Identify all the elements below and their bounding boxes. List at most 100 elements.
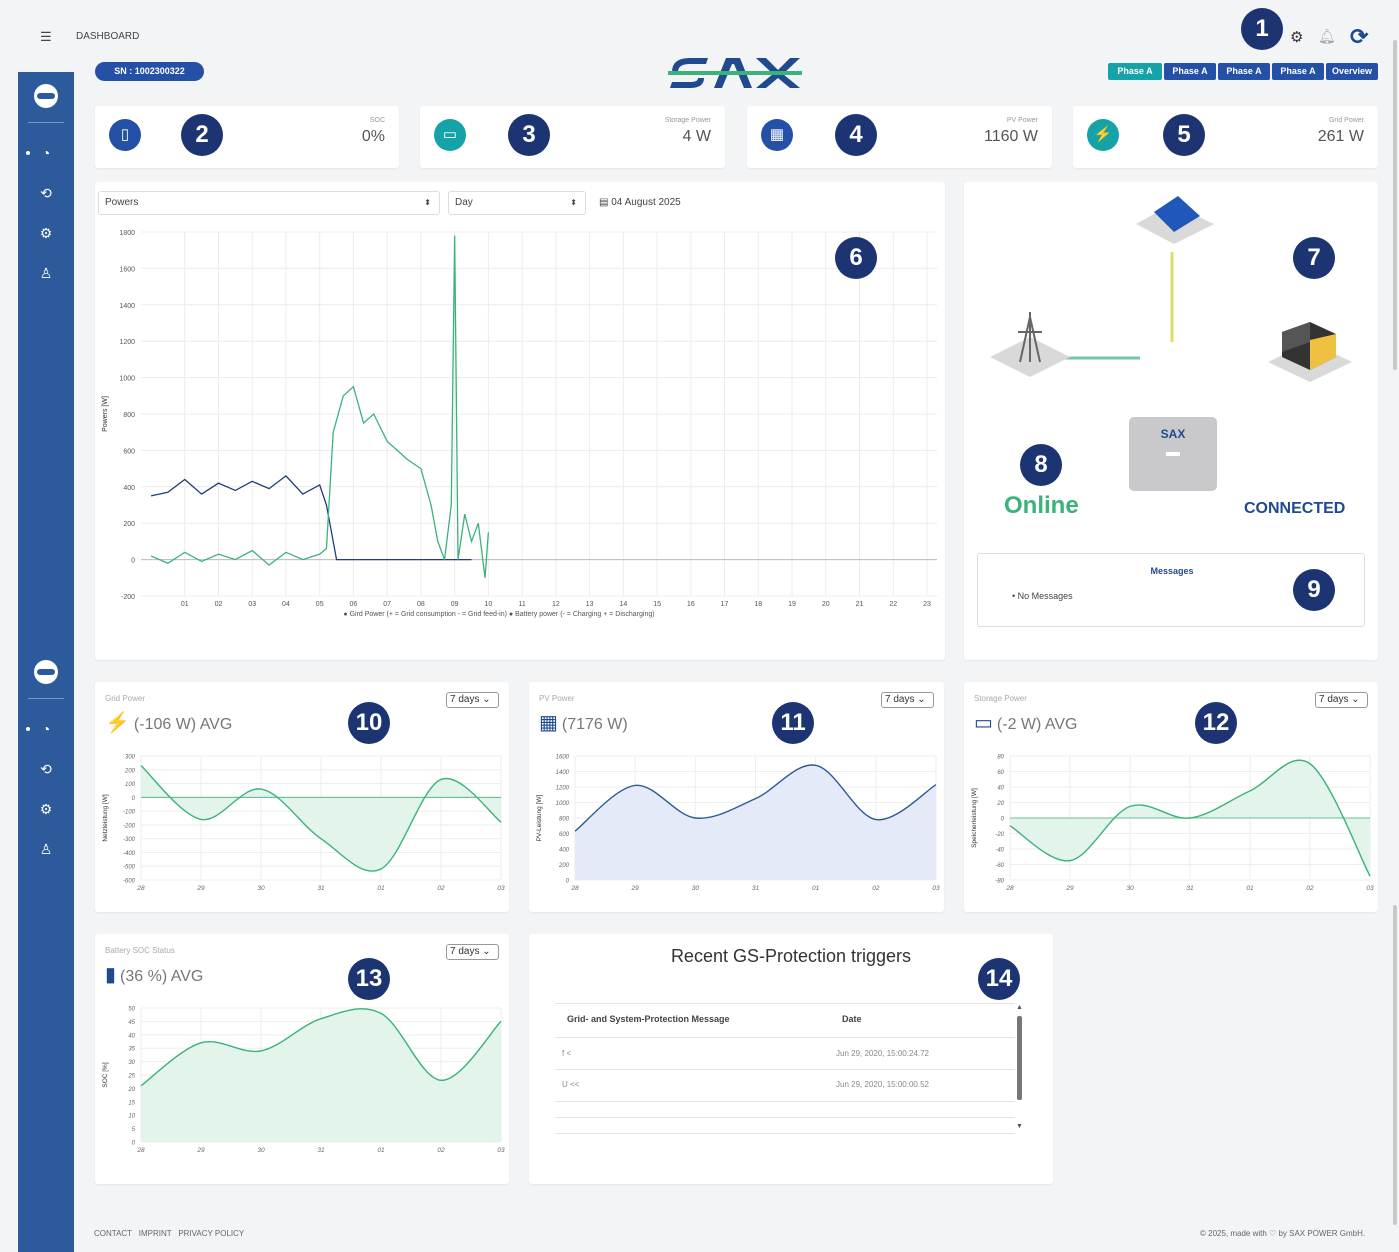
select-arrow-icon: ⬍	[570, 198, 577, 207]
y-axis-label: Speicherleistung [W]	[971, 788, 978, 848]
sidebar-item-user[interactable]: ♙	[18, 262, 74, 284]
sidebar-item-sync[interactable]: ⟲	[18, 182, 74, 204]
y-tick-label: 30	[128, 1060, 135, 1066]
menu-toggle-icon[interactable]: ☰	[40, 30, 54, 44]
pv-power-card: PV Power ▦ (7176 W) 7 days ⌄ 1600 1400 1200…	[529, 682, 944, 912]
avg-value: ▭ (-2 W) AVG	[974, 712, 1078, 734]
phase-button-3[interactable]: Phase A	[1218, 63, 1270, 80]
y-tick-label: 60	[997, 770, 1004, 776]
footer-link-privacy[interactable]: PRIVACY POLICY	[178, 1229, 244, 1238]
sidebar: ◔ ⟲ ⚙ ♙ ◔ ⟲ ⚙ ♙	[18, 72, 74, 1252]
sidebar-logo-icon	[34, 660, 58, 684]
table-divider	[555, 1037, 1015, 1038]
card-title: Storage Power	[974, 694, 1027, 703]
footer-link-imprint[interactable]: IMPRINT	[139, 1229, 172, 1238]
message-item: • No Messages	[1012, 591, 1073, 601]
sidebar-item-settings[interactable]: ⚙	[18, 222, 74, 244]
x-tick-label: 28	[570, 885, 579, 892]
avg-value: ⚡ (-106 W) AVG	[105, 712, 233, 734]
y-tick-label: 1600	[119, 266, 135, 273]
battery-charge-icon: ▮	[105, 964, 117, 986]
x-tick-label: 01	[377, 1147, 385, 1154]
x-tick-label: 03	[1366, 885, 1374, 892]
sidebar-divider	[28, 698, 64, 699]
marker-8: 8	[1020, 444, 1062, 486]
phase-button-4[interactable]: Phase A	[1272, 63, 1324, 80]
stat-value: 261 W	[1317, 128, 1364, 145]
gear-icon: ⚙	[39, 801, 53, 817]
footer-link-contact[interactable]: CONTACT	[94, 1229, 132, 1238]
x-tick-label: 29	[196, 1147, 205, 1154]
bell-icon[interactable]: 🔔︎	[1318, 28, 1336, 45]
sidebar-item-dashboard[interactable]: ◔	[18, 718, 74, 740]
range-select[interactable]: 7 days ⌄	[446, 944, 499, 960]
overview-button[interactable]: Overview	[1326, 63, 1378, 80]
scrollbar-thumb[interactable]	[1017, 1016, 1022, 1100]
x-tick-label: 02	[215, 601, 223, 608]
date-picker[interactable]: ▤ 04 August 2025	[592, 191, 940, 215]
y-tick-label: 1000	[556, 801, 570, 807]
stat-card-grid: ⚡ Grid Power 261 W	[1073, 106, 1378, 168]
sidebar-logo-icon	[34, 84, 58, 108]
y-tick-label: 200	[123, 521, 135, 528]
y-tick-label: -200	[123, 823, 136, 829]
range-select[interactable]: 7 days ⌄	[1315, 692, 1368, 708]
gear-icon[interactable]: ⚙	[1290, 28, 1303, 46]
range-select[interactable]: 7 days ⌄	[446, 692, 499, 708]
energy-flow-diagram: SAX	[990, 196, 1352, 491]
x-tick-label: 01	[181, 601, 189, 608]
x-tick-label: 22	[889, 601, 897, 608]
x-tick-label: 30	[692, 885, 700, 892]
y-tick-label: 40	[997, 786, 1004, 792]
refresh-icon[interactable]: ⟳	[1350, 24, 1368, 50]
sidebar-item-user[interactable]: ♙	[18, 838, 74, 860]
y-tick-label: 10	[128, 1114, 135, 1120]
table-divider	[555, 1117, 1015, 1118]
solar-panel-icon: ▦	[539, 712, 558, 734]
metric-select[interactable]: Powers ⬍	[98, 191, 440, 215]
page-scrollbar[interactable]	[1393, 40, 1397, 370]
battery-charge-icon: ▯	[109, 119, 141, 151]
avg-value: ▮ (36 %) AVG	[105, 964, 204, 986]
x-tick-label: 29	[196, 885, 205, 892]
x-tick-label: 08	[417, 601, 425, 608]
marker-10: 10	[348, 702, 390, 744]
stat-card-soc: ▯ SOC 0%	[95, 106, 399, 168]
x-tick-label: 09	[451, 601, 459, 608]
scroll-down-icon[interactable]: ▼	[1016, 1123, 1023, 1130]
y-tick-label: -300	[123, 837, 136, 843]
x-tick-label: 07	[383, 601, 391, 608]
x-tick-label: 03	[932, 885, 940, 892]
page-scrollbar-lower[interactable]	[1393, 905, 1397, 1225]
marker-5: 5	[1163, 114, 1205, 156]
y-tick-label: 400	[559, 848, 570, 854]
period-select[interactable]: Day ⬍	[448, 191, 586, 215]
avg-value: ▦ (7176 W)	[539, 712, 628, 734]
sidebar-item-dashboard[interactable]: ◔	[18, 142, 74, 164]
powers-chart-card: Powers ⬍ Day ⬍ ▤ 04 August 2025 1800 1600 14…	[95, 182, 945, 660]
storage-icon: ▭	[434, 119, 466, 151]
scroll-up-icon[interactable]: ▲	[1016, 1004, 1023, 1011]
phase-button-2[interactable]: Phase A	[1164, 63, 1216, 80]
table-divider	[555, 1069, 1015, 1070]
x-tick-label: 28	[136, 885, 145, 892]
y-tick-label: 80	[997, 755, 1004, 761]
gs-protection-card: Recent GS-Protection triggers	[529, 934, 1053, 1184]
gs-table-title: Recent GS-Protection triggers	[670, 946, 912, 966]
stat-value: 1160 W	[984, 128, 1038, 145]
storage-power-area-chart: 80 60 40 20 0 -20 -40 -60 -8028 29 30 31 01 02 03 Speic…	[971, 755, 1374, 893]
phase-button-1[interactable]: Phase A	[1108, 63, 1162, 80]
y-tick-label: -400	[123, 851, 136, 857]
stat-label: Grid Power	[1328, 117, 1364, 124]
x-tick-label: 14	[619, 601, 627, 608]
sync-icon: ⟲	[40, 761, 52, 777]
y-tick-label: -80	[995, 879, 1004, 885]
x-tick-label: 02	[872, 885, 880, 892]
y-tick-label: 600	[123, 448, 135, 455]
range-select[interactable]: 7 days ⌄	[881, 692, 934, 708]
sidebar-item-sync[interactable]: ⟲	[18, 758, 74, 780]
y-axis-label: PV-Leistung [W]	[536, 795, 543, 842]
powers-line-chart: 1800 1600 1400 1200 1000 800 600 400 200 0 -200 01 0…	[102, 230, 937, 618]
sidebar-item-settings[interactable]: ⚙	[18, 798, 74, 820]
y-axis-label: Netzleistung [W]	[102, 794, 109, 842]
